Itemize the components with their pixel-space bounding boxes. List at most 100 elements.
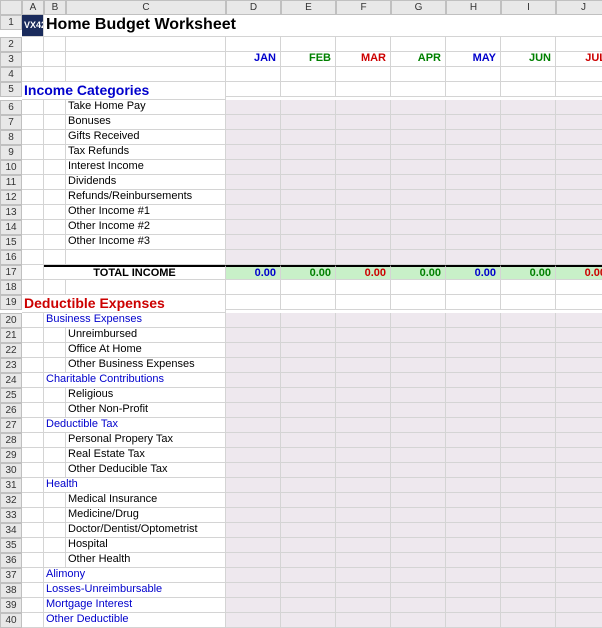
cell[interactable] [226, 130, 281, 145]
cell[interactable] [226, 448, 281, 463]
cell[interactable] [281, 37, 336, 52]
cell[interactable] [501, 493, 556, 508]
cell[interactable] [446, 448, 501, 463]
cell[interactable] [556, 373, 602, 388]
row-header[interactable]: 32 [0, 493, 22, 508]
row-header[interactable]: 23 [0, 358, 22, 373]
row-header[interactable]: 21 [0, 328, 22, 343]
cell[interactable] [281, 250, 336, 265]
cell[interactable] [391, 403, 446, 418]
row-header[interactable]: 14 [0, 220, 22, 235]
cell[interactable] [391, 160, 446, 175]
cell[interactable] [226, 220, 281, 235]
cell[interactable] [226, 418, 281, 433]
cell[interactable] [556, 160, 602, 175]
cell[interactable] [501, 328, 556, 343]
cell[interactable] [336, 538, 391, 553]
row-header[interactable]: 5 [0, 82, 22, 97]
cell[interactable] [391, 463, 446, 478]
cell[interactable] [556, 478, 602, 493]
cell[interactable] [44, 538, 66, 553]
cell[interactable] [391, 67, 446, 82]
month-header[interactable]: APR [391, 52, 446, 67]
total-value[interactable]: 0.00 [226, 265, 281, 280]
row-header[interactable]: 6 [0, 100, 22, 115]
row-header[interactable]: 38 [0, 583, 22, 598]
expense-item[interactable]: Hospital [66, 538, 226, 553]
row-header[interactable]: 30 [0, 463, 22, 478]
cell[interactable] [501, 190, 556, 205]
cell[interactable] [336, 373, 391, 388]
cell[interactable] [336, 115, 391, 130]
cell[interactable] [391, 373, 446, 388]
row-header[interactable]: 19 [0, 295, 22, 310]
cell[interactable] [281, 160, 336, 175]
cell[interactable] [501, 220, 556, 235]
cell[interactable] [226, 115, 281, 130]
cell[interactable] [44, 250, 66, 265]
cell[interactable] [22, 388, 44, 403]
cell[interactable] [281, 373, 336, 388]
row-header[interactable]: 22 [0, 343, 22, 358]
cell[interactable] [226, 328, 281, 343]
cell[interactable] [336, 568, 391, 583]
cell[interactable] [501, 160, 556, 175]
cell[interactable] [501, 82, 556, 97]
cell[interactable] [336, 67, 391, 82]
income-item[interactable]: Refunds/Reinbursements [66, 190, 226, 205]
cell[interactable] [281, 145, 336, 160]
cell[interactable] [501, 295, 556, 310]
cell[interactable] [446, 160, 501, 175]
cell[interactable] [556, 433, 602, 448]
cell[interactable] [556, 37, 602, 52]
cell[interactable] [66, 52, 226, 67]
cell[interactable] [226, 538, 281, 553]
expense-item[interactable]: Religious [66, 388, 226, 403]
cell[interactable] [44, 343, 66, 358]
cell[interactable] [44, 448, 66, 463]
cell[interactable] [281, 598, 336, 613]
cell[interactable] [22, 343, 44, 358]
cell[interactable] [281, 463, 336, 478]
income-item[interactable]: Bonuses [66, 115, 226, 130]
cell[interactable] [501, 175, 556, 190]
cell[interactable] [501, 145, 556, 160]
cell[interactable] [336, 388, 391, 403]
cell[interactable] [22, 403, 44, 418]
cell[interactable] [556, 583, 602, 598]
cell[interactable] [501, 418, 556, 433]
cell[interactable] [556, 418, 602, 433]
cell[interactable] [556, 388, 602, 403]
cell[interactable] [446, 145, 501, 160]
income-item[interactable]: Gifts Received [66, 130, 226, 145]
cell[interactable] [226, 403, 281, 418]
cell[interactable] [391, 493, 446, 508]
cell[interactable] [391, 478, 446, 493]
cell[interactable] [336, 220, 391, 235]
cell[interactable] [391, 433, 446, 448]
cell[interactable] [44, 205, 66, 220]
cell[interactable] [281, 220, 336, 235]
cell[interactable] [44, 328, 66, 343]
expense-group[interactable]: Health [44, 478, 226, 493]
income-item[interactable]: Tax Refunds [66, 145, 226, 160]
cell[interactable] [281, 343, 336, 358]
cell[interactable] [446, 493, 501, 508]
row-header[interactable]: 4 [0, 67, 22, 82]
cell[interactable] [336, 448, 391, 463]
cell[interactable] [226, 433, 281, 448]
cell[interactable] [281, 313, 336, 328]
col-header[interactable]: D [226, 0, 281, 15]
cell[interactable] [336, 583, 391, 598]
cell[interactable] [336, 358, 391, 373]
cell[interactable] [281, 82, 336, 97]
cell[interactable] [501, 463, 556, 478]
cell[interactable] [226, 175, 281, 190]
cell[interactable] [44, 175, 66, 190]
month-header[interactable]: MAR [336, 52, 391, 67]
cell[interactable] [391, 82, 446, 97]
cell[interactable] [22, 613, 44, 628]
row-header[interactable]: 3 [0, 52, 22, 67]
expense-item[interactable]: Unreimbursed [66, 328, 226, 343]
col-header[interactable]: J [556, 0, 602, 15]
